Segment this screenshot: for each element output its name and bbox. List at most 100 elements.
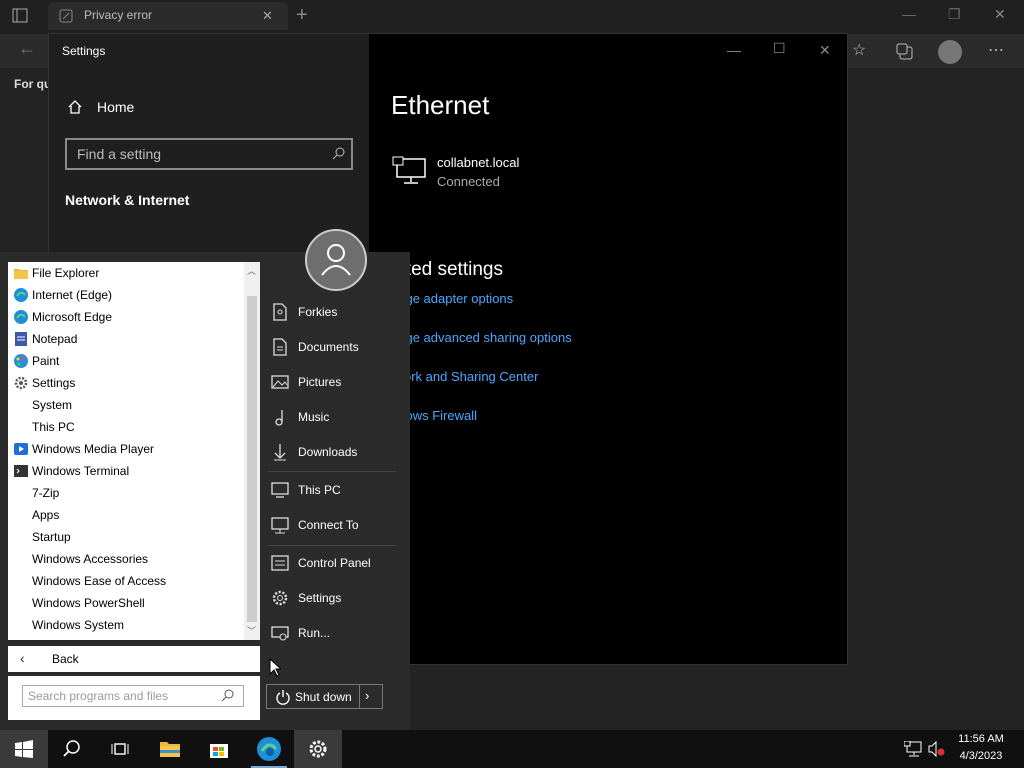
home-label: Home xyxy=(97,99,135,115)
program-item-microsoft-edge[interactable]: Microsoft Edge xyxy=(11,306,246,328)
start-button[interactable] xyxy=(0,730,48,768)
sharing-options-link[interactable]: ange advanced sharing options xyxy=(391,330,572,345)
place-pictures[interactable]: Pictures xyxy=(268,367,398,397)
computer-icon xyxy=(271,482,289,498)
scroll-down-icon[interactable]: ﹀ xyxy=(247,624,256,637)
power-icon xyxy=(276,690,290,705)
find-setting-input[interactable]: Find a setting xyxy=(65,138,353,170)
clock-time[interactable]: 11:56 AM xyxy=(946,733,1016,745)
sharing-center-link[interactable]: twork and Sharing Center xyxy=(391,369,538,384)
program-item-file-explorer[interactable]: File Explorer xyxy=(11,262,246,284)
settings-maximize-icon[interactable]: ☐ xyxy=(773,40,786,57)
paint-icon xyxy=(14,354,28,368)
network-tray-icon[interactable] xyxy=(904,741,922,757)
program-item-this-pc[interactable]: This PC xyxy=(11,416,246,438)
places-divider xyxy=(268,471,396,472)
home-icon xyxy=(68,100,82,114)
program-list-scrollbar[interactable]: ︿ ﹀ xyxy=(244,262,260,640)
gear-icon xyxy=(309,740,327,758)
settings-minimize-icon[interactable]: — xyxy=(727,42,741,58)
restore-icon[interactable]: ❐ xyxy=(948,6,961,23)
volume-muted-icon[interactable] xyxy=(928,741,946,757)
gear-icon xyxy=(14,376,28,390)
picture-icon xyxy=(271,375,289,389)
place-downloads[interactable]: Downloads xyxy=(268,437,398,467)
taskbar-search-button[interactable] xyxy=(48,730,96,768)
more-menu-icon[interactable]: ⋯ xyxy=(988,40,1004,60)
place-connect-to[interactable]: Connect To xyxy=(268,510,398,540)
place-control-panel[interactable]: Control Panel xyxy=(268,548,398,578)
program-item-notepad[interactable]: Notepad xyxy=(11,328,246,350)
tab-close-icon[interactable]: ✕ xyxy=(262,8,273,24)
download-icon xyxy=(274,444,286,461)
section-title: Network & Internet xyxy=(65,192,190,208)
home-nav-item[interactable]: Home xyxy=(65,97,265,119)
program-item-internet-edge[interactable]: Internet (Edge) xyxy=(11,284,246,306)
place-music[interactable]: Music xyxy=(268,402,398,432)
network-status: Connected xyxy=(437,174,500,189)
chevron-right-icon[interactable]: › xyxy=(365,688,369,703)
program-item-paint[interactable]: Paint xyxy=(11,350,246,372)
profile-avatar[interactable] xyxy=(938,40,962,64)
program-item-accessories[interactable]: Windows Accessories xyxy=(11,548,246,570)
edge-icon xyxy=(14,310,28,324)
favorite-star-icon[interactable]: ☆ xyxy=(852,40,866,60)
program-item-system[interactable]: System xyxy=(11,394,246,416)
start-search-input[interactable]: Search programs and files xyxy=(22,685,244,707)
close-icon[interactable]: ✕ xyxy=(994,6,1006,23)
task-view-button[interactable] xyxy=(96,730,144,768)
program-item-media-player[interactable]: Windows Media Player xyxy=(11,438,246,460)
program-item-7zip[interactable]: 7-Zip xyxy=(11,482,246,504)
taskbar-file-explorer[interactable] xyxy=(146,730,194,768)
tab-actions-icon[interactable] xyxy=(12,8,32,24)
find-setting-placeholder: Find a setting xyxy=(77,146,162,162)
program-item-startup[interactable]: Startup xyxy=(11,526,246,548)
program-list: File Explorer Internet (Edge) Microsoft … xyxy=(8,262,260,640)
scroll-up-icon[interactable]: ︿ xyxy=(247,264,256,277)
scrollbar-thumb[interactable] xyxy=(247,296,257,622)
program-item-windows-system[interactable]: Windows System xyxy=(11,614,246,636)
edge-icon xyxy=(257,737,281,761)
chevron-left-icon: ‹ xyxy=(20,650,25,666)
search-icon xyxy=(63,740,80,757)
user-avatar[interactable] xyxy=(305,229,367,291)
place-settings[interactable]: Settings xyxy=(268,583,398,613)
user-folder-icon xyxy=(273,303,287,321)
settings-close-icon[interactable]: ✕ xyxy=(819,42,831,59)
windows-logo-icon xyxy=(15,740,33,758)
place-run[interactable]: Run... xyxy=(268,618,398,648)
search-icon xyxy=(332,147,345,160)
place-user-folder[interactable]: Forkies xyxy=(268,297,398,327)
search-icon xyxy=(221,689,234,702)
program-item-settings[interactable]: Settings xyxy=(11,372,246,394)
back-button[interactable]: ‹ Back xyxy=(8,646,260,672)
tab-strip: Privacy error ✕ + — ❐ ✕ xyxy=(0,0,1024,32)
place-documents[interactable]: Documents xyxy=(268,332,398,362)
minimize-icon[interactable]: — xyxy=(902,6,916,22)
task-view-icon xyxy=(111,743,129,755)
collections-icon[interactable] xyxy=(896,43,914,61)
store-icon xyxy=(210,744,228,758)
document-icon xyxy=(273,338,287,356)
taskbar-settings[interactable] xyxy=(294,730,342,768)
clock-date[interactable]: 4/3/2023 xyxy=(946,750,1016,762)
place-this-pc[interactable]: This PC xyxy=(268,475,398,505)
program-item-powershell[interactable]: Windows PowerShell xyxy=(11,592,246,614)
page-text: For qu xyxy=(14,77,52,91)
gear-icon xyxy=(272,590,288,606)
run-icon xyxy=(271,626,289,641)
taskbar-store[interactable] xyxy=(195,730,243,768)
shutdown-button[interactable]: Shut down › xyxy=(266,684,383,709)
back-label: Back xyxy=(52,652,79,666)
program-item-apps[interactable]: Apps xyxy=(11,504,246,526)
notepad-icon xyxy=(15,332,27,346)
network-name[interactable]: collabnet.local xyxy=(437,155,519,170)
music-icon xyxy=(275,410,283,426)
taskbar-edge[interactable] xyxy=(245,730,293,768)
control-panel-icon xyxy=(271,555,289,571)
program-item-terminal[interactable]: Windows Terminal xyxy=(11,460,246,482)
edge-icon xyxy=(14,288,28,302)
back-arrow-icon[interactable]: ← xyxy=(18,38,36,59)
program-item-ease-of-access[interactable]: Windows Ease of Access xyxy=(11,570,246,592)
new-tab-icon[interactable]: + xyxy=(296,4,308,27)
